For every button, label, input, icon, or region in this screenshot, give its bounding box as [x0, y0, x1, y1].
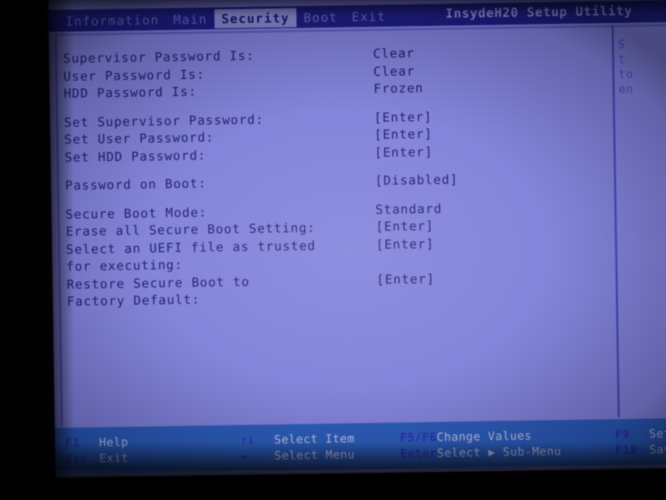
key-legend-column: F1 Help Esc Exit: [65, 433, 129, 466]
settings-list: Supervisor Password Is: Clear User Passwor…: [63, 41, 615, 310]
setting-value[interactable]: Clear: [373, 44, 415, 62]
setting-value[interactable]: [Enter]: [374, 125, 433, 143]
key-legend-key: F9: [614, 426, 630, 442]
setting-value[interactable]: [Enter]: [374, 142, 433, 160]
setting-value[interactable]: [Enter]: [376, 269, 435, 287]
setting-value[interactable]: Clear: [373, 62, 415, 80]
setting-row[interactable]: Password on Boot: [Disabled]: [65, 168, 613, 194]
key-legend-entry: F9 Setu: [615, 424, 666, 441]
setting-label: for executing:: [66, 256, 184, 274]
help-pane-line: to: [618, 66, 634, 82]
key-legend-key: F1: [65, 435, 80, 450]
key-legend-description: Setu: [648, 426, 666, 441]
help-pane-line: t: [618, 51, 626, 67]
key-legend-description: Help: [99, 434, 129, 450]
key-legend-entry: ↔ Select Menu: [240, 445, 355, 463]
key-legend-column: ↑↓ Select Item ↔ Select Menu: [240, 429, 355, 463]
photograph-of-laptop-screen: Information Main Security Boot Exit InsydeH2…: [0, 0, 666, 500]
key-legend-description: Select ▶ Sub-Menu: [436, 443, 562, 460]
setting-value[interactable]: [Disabled]: [375, 171, 459, 190]
bios-setup-utility: Information Main Security Boot Exit InsydeH2…: [48, 0, 666, 478]
key-legend-bar: F1 Help Esc Exit ↑↓ Select Item ↔ Select Menu F5…: [54, 417, 666, 474]
setting-label: Secure Boot Mode:: [65, 204, 208, 222]
key-legend-key: Enter: [400, 445, 438, 461]
key-legend-key: Esc: [65, 451, 88, 466]
key-legend-description: Exit: [99, 450, 129, 466]
setting-label: Factory Default:: [66, 291, 201, 309]
setting-value[interactable]: [Enter]: [374, 107, 433, 125]
utility-title: InsydeH20 Setup Utility: [445, 2, 633, 21]
key-legend-key: F10: [615, 442, 638, 458]
setting-label: Set HDD Password:: [64, 147, 207, 165]
key-legend-description: Change Values: [436, 428, 533, 444]
key-legend-key: ↔: [240, 448, 248, 464]
key-legend-entry: EnterSelect ▶ Sub-Menu: [400, 442, 561, 461]
key-legend-description: Select Item: [273, 431, 355, 447]
setting-label: User Password Is:: [63, 66, 205, 84]
setting-value[interactable]: [Enter]: [376, 234, 435, 252]
key-legend-entry: ↑↓ Select Item: [240, 429, 355, 447]
key-legend-entry: Esc Exit: [65, 449, 129, 466]
menu-tab-main[interactable]: Main: [166, 9, 214, 29]
key-legend-description: Save: [649, 442, 666, 457]
help-pane-line: S: [617, 36, 626, 52]
setting-value[interactable]: Frozen: [373, 79, 423, 97]
lcd-screen: Information Main Security Boot Exit InsydeH2…: [48, 0, 666, 478]
menu-tab-exit[interactable]: Exit: [345, 6, 393, 26]
key-legend-description: Select Menu: [274, 447, 356, 463]
menu-tab-boot[interactable]: Boot: [296, 7, 344, 27]
help-pane: St to en: [618, 36, 666, 97]
key-legend-entry: F1 Help: [65, 433, 129, 450]
key-legend-key: ↑↓: [239, 432, 255, 448]
setting-label: HDD Password Is:: [63, 83, 197, 101]
key-legend-column: F5/F6Change Values EnterSelect ▶ Sub-Menu: [400, 426, 562, 461]
setting-label: Password on Boot:: [64, 175, 207, 193]
menu-tab-security[interactable]: Security: [214, 7, 297, 28]
setting-value[interactable]: Standard: [375, 199, 442, 218]
key-legend-column: F9 Setu F10 Save: [615, 424, 666, 457]
help-pane-line: en: [618, 81, 634, 97]
key-legend-entry: F10 Save: [615, 440, 666, 457]
menu-tab-information[interactable]: Information: [58, 10, 166, 31]
setting-value[interactable]: [Enter]: [376, 217, 435, 235]
